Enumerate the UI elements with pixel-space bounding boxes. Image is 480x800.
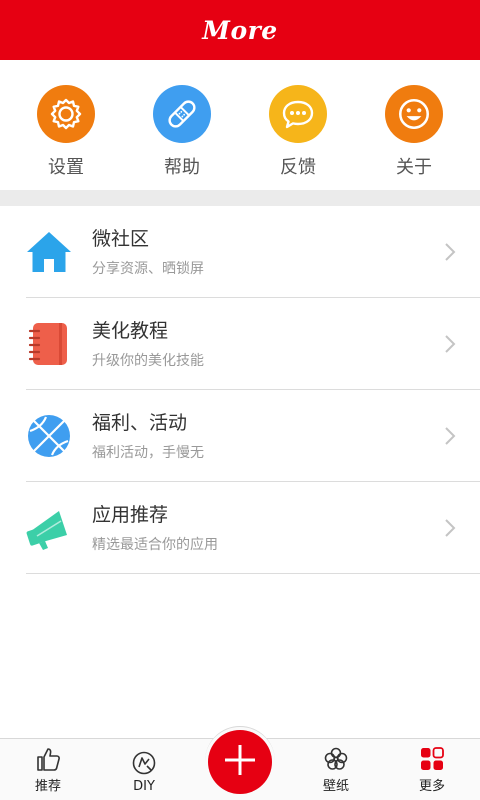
help-button[interactable]: 帮助 — [132, 60, 232, 179]
menu-item-title: 福利、活动 — [92, 412, 188, 434]
chevron-right-icon — [440, 426, 460, 446]
tab-recommend[interactable]: 推荐 — [0, 739, 96, 800]
chevron-right-icon — [440, 242, 460, 262]
house-icon — [24, 227, 74, 277]
title-bar: More — [0, 0, 480, 60]
tab-more[interactable]: 更多 — [384, 739, 480, 800]
plus-icon — [223, 743, 257, 781]
settings-label: 设置 — [48, 157, 84, 178]
thumbs-up-icon — [35, 746, 61, 772]
menu-item-title: 应用推荐 — [92, 504, 169, 526]
tab-label: 推荐 — [34, 779, 61, 794]
settings-button[interactable]: 设置 — [16, 60, 116, 179]
smiley-icon — [385, 85, 443, 143]
menu-item-title: 美化教程 — [92, 320, 169, 342]
menu-item-subtitle: 分享资源、晒锁屏 — [92, 261, 204, 277]
page-title: More — [202, 15, 278, 45]
tab-wallpaper[interactable]: 壁纸 — [288, 739, 384, 800]
section-divider — [0, 190, 480, 206]
gear-icon — [37, 85, 95, 143]
diy-icon — [131, 750, 157, 776]
chevron-right-icon — [440, 518, 460, 538]
tab-label: DIY — [133, 779, 155, 794]
bandage-icon — [153, 85, 211, 143]
feedback-button[interactable]: 反馈 — [248, 60, 348, 179]
menu-item-welfare[interactable]: 福利、活动 福利活动，手慢无 — [0, 390, 480, 482]
basketball-icon — [24, 411, 74, 461]
quick-actions: 设置 帮助 反馈 关于 — [0, 60, 480, 190]
menu-list: 微社区 分享资源、晒锁屏 美化教程 升级你的美化技能 福利、活动 福利活动，手慢… — [0, 206, 480, 574]
menu-item-subtitle: 精选最适合你的应用 — [92, 537, 218, 553]
menu-item-subtitle: 福利活动，手慢无 — [92, 445, 204, 461]
tab-label: 更多 — [418, 779, 445, 794]
chevron-right-icon — [440, 334, 460, 354]
menu-item-tutorial[interactable]: 美化教程 升级你的美化技能 — [0, 298, 480, 390]
menu-item-subtitle: 升级你的美化技能 — [92, 353, 204, 369]
notebook-icon — [24, 319, 74, 369]
add-button[interactable] — [208, 730, 272, 794]
tab-label: 壁纸 — [322, 779, 349, 794]
megaphone-icon — [24, 503, 74, 553]
feedback-label: 反馈 — [280, 157, 316, 178]
menu-item-title: 微社区 — [92, 228, 150, 250]
tab-diy[interactable]: DIY — [96, 739, 192, 800]
menu-item-community[interactable]: 微社区 分享资源、晒锁屏 — [0, 206, 480, 298]
about-button[interactable]: 关于 — [364, 60, 464, 179]
flower-icon — [323, 746, 349, 772]
grid-icon — [419, 746, 445, 772]
menu-item-recommend[interactable]: 应用推荐 精选最适合你的应用 — [0, 482, 480, 574]
about-label: 关于 — [396, 157, 432, 178]
chat-bubble-icon — [269, 85, 327, 143]
help-label: 帮助 — [164, 157, 200, 178]
